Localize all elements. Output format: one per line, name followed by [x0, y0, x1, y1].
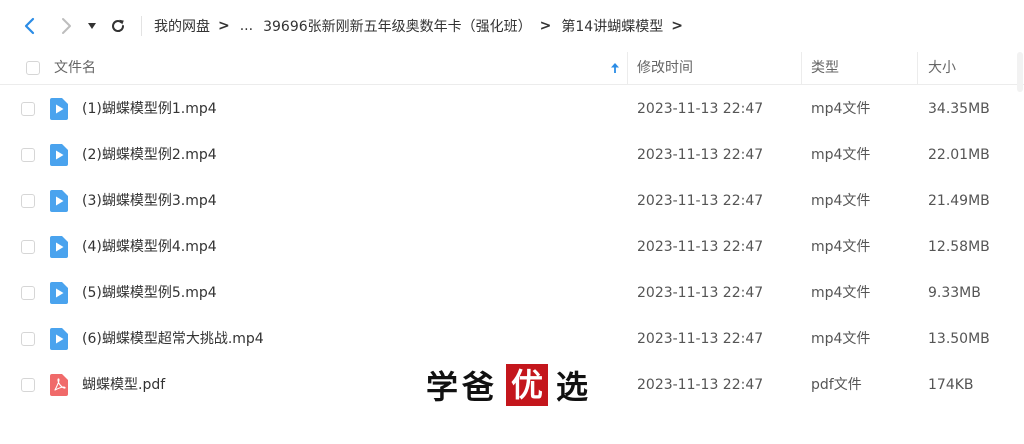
column-header-size[interactable]: 大小 [928, 52, 956, 84]
file-name[interactable]: (4)蝴蝶模型例4.mp4 [82, 224, 217, 270]
breadcrumb-current[interactable]: 第14讲蝴蝶模型 [561, 16, 663, 36]
video-file-icon [50, 236, 68, 258]
file-name[interactable]: 蝴蝶模型.pdf [82, 362, 165, 408]
file-name[interactable]: (1)蝴蝶模型例1.mp4 [82, 86, 217, 132]
forward-button[interactable] [54, 14, 78, 38]
file-name[interactable]: (5)蝴蝶模型例5.mp4 [82, 270, 217, 316]
chevron-right-icon [62, 18, 71, 34]
row-checkbox[interactable] [21, 148, 35, 162]
file-row[interactable]: (3)蝴蝶模型例3.mp4 2023-11-13 22:47 mp4文件 21.… [0, 178, 1024, 224]
breadcrumb-separator: > [218, 18, 230, 34]
file-size: 22.01MB [928, 147, 990, 163]
file-size: 13.50MB [928, 331, 990, 347]
file-list-header: 文件名 修改时间 类型 大小 [0, 52, 1024, 85]
file-size: 9.33MB [928, 285, 981, 301]
navigation-bar: 我的网盘 > ... 39696张新刚新五年级奥数年卡（强化班） > 第14讲蝴… [0, 0, 1024, 52]
file-name[interactable]: (2)蝴蝶模型例2.mp4 [82, 132, 217, 178]
column-divider[interactable] [627, 52, 628, 84]
file-type: mp4文件 [811, 285, 871, 301]
row-checkbox[interactable] [21, 102, 35, 116]
file-size: 174KB [928, 377, 974, 393]
history-dropdown-button[interactable] [82, 14, 102, 38]
column-header-type[interactable]: 类型 [811, 52, 839, 84]
watermark-text-red: 优 [506, 364, 549, 406]
file-row[interactable]: (2)蝴蝶模型例2.mp4 2023-11-13 22:47 mp4文件 22.… [0, 132, 1024, 178]
file-type: mp4文件 [811, 239, 871, 255]
breadcrumb-separator: > [539, 18, 552, 34]
file-row[interactable]: (5)蝴蝶模型例5.mp4 2023-11-13 22:47 mp4文件 9.3… [0, 270, 1024, 316]
breadcrumb-separator: > [671, 18, 683, 34]
video-file-icon [50, 328, 68, 350]
file-modified: 2023-11-13 22:47 [637, 331, 764, 347]
watermark-text-right: 选 [556, 368, 593, 406]
column-divider[interactable] [801, 52, 802, 84]
file-type: pdf文件 [811, 377, 862, 393]
file-row[interactable]: (1)蝴蝶模型例1.mp4 2023-11-13 22:47 mp4文件 34.… [0, 86, 1024, 132]
video-file-icon [50, 144, 68, 166]
file-size: 34.35MB [928, 101, 990, 117]
breadcrumb-folder[interactable]: 39696张新刚新五年级奥数年卡（强化班） [263, 16, 532, 36]
breadcrumb-root[interactable]: 我的网盘 [154, 16, 210, 36]
caret-down-icon [88, 23, 96, 29]
video-file-icon [50, 282, 68, 304]
file-row[interactable]: (6)蝴蝶模型超常大挑战.mp4 2023-11-13 22:47 mp4文件 … [0, 316, 1024, 362]
file-modified: 2023-11-13 22:47 [637, 285, 764, 301]
row-checkbox[interactable] [21, 194, 35, 208]
watermark-text-left: 学爸 [426, 368, 499, 406]
vertical-scrollbar[interactable] [1016, 52, 1024, 444]
file-name[interactable]: (3)蝴蝶模型例3.mp4 [82, 178, 217, 224]
file-type: mp4文件 [811, 331, 871, 347]
watermark-logo: 学爸 优 选 [426, 363, 592, 407]
video-file-icon [50, 190, 68, 212]
file-size: 12.58MB [928, 239, 990, 255]
video-file-icon [50, 98, 68, 120]
file-name[interactable]: (6)蝴蝶模型超常大挑战.mp4 [82, 316, 264, 362]
breadcrumb-ellipsis[interactable]: ... [240, 18, 253, 34]
row-checkbox[interactable] [21, 286, 35, 300]
row-checkbox[interactable] [21, 378, 35, 392]
file-modified: 2023-11-13 22:47 [637, 377, 764, 393]
file-modified: 2023-11-13 22:47 [637, 239, 764, 255]
select-all-checkbox[interactable] [26, 61, 40, 75]
refresh-button[interactable] [106, 14, 130, 38]
pdf-file-icon [50, 374, 68, 396]
back-button[interactable] [18, 14, 42, 38]
file-modified: 2023-11-13 22:47 [637, 193, 764, 209]
file-row[interactable]: (4)蝴蝶模型例4.mp4 2023-11-13 22:47 mp4文件 12.… [0, 224, 1024, 270]
file-type: mp4文件 [811, 101, 871, 117]
chevron-left-icon [24, 17, 35, 35]
column-header-name[interactable]: 文件名 [54, 52, 96, 84]
breadcrumb: 我的网盘 > ... 39696张新刚新五年级奥数年卡（强化班） > 第14讲蝴… [154, 0, 693, 52]
row-checkbox[interactable] [21, 240, 35, 254]
scrollbar-thumb[interactable] [1017, 52, 1023, 92]
file-type: mp4文件 [811, 147, 871, 163]
refresh-icon [112, 19, 125, 32]
column-divider[interactable] [917, 52, 918, 84]
toolbar-divider [141, 16, 142, 36]
file-modified: 2023-11-13 22:47 [637, 147, 764, 163]
column-header-modified[interactable]: 修改时间 [637, 52, 693, 84]
sort-ascending-icon[interactable] [608, 61, 622, 75]
file-size: 21.49MB [928, 193, 990, 209]
row-checkbox[interactable] [21, 332, 35, 346]
file-type: mp4文件 [811, 193, 871, 209]
file-modified: 2023-11-13 22:47 [637, 101, 764, 117]
